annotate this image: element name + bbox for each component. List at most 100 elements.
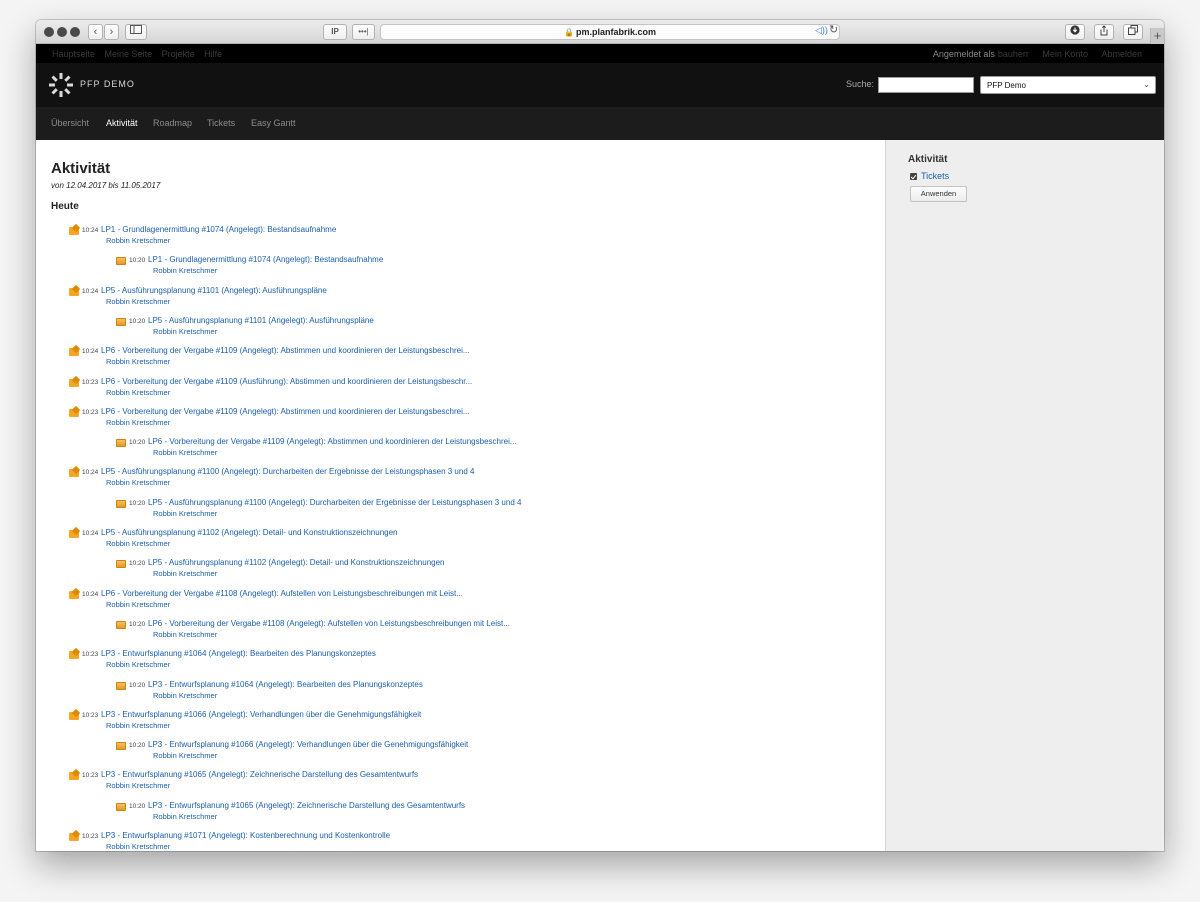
close-window-button[interactable] xyxy=(44,27,54,37)
browser-toolbar: ‹ › IP •••| 🔒 pm.planfabrik.com ◁)) ↻ + xyxy=(36,20,1164,44)
logo-icon xyxy=(49,73,73,97)
entry-author-link[interactable]: Robbin Kretschmer xyxy=(106,842,170,851)
topmenu-hilfe[interactable]: Hilfe xyxy=(204,49,222,59)
speaker-icon[interactable]: ◁)) xyxy=(815,25,828,36)
entry-author-link[interactable]: Robbin Kretschmer xyxy=(153,751,217,760)
entry-title-link[interactable]: LP5 - Ausführungsplanung #1102 (Angelegt… xyxy=(148,558,445,567)
my-account-link[interactable]: Mein Konto xyxy=(1042,49,1088,59)
entry-time: 10:23 xyxy=(82,408,99,416)
entry-author-link[interactable]: Robbin Kretschmer xyxy=(106,539,170,548)
tabs-overview-button[interactable] xyxy=(1123,24,1143,40)
entry-title-link[interactable]: LP6 - Vorbereitung der Vergabe #1109 (Au… xyxy=(101,377,472,386)
ticket-icon xyxy=(116,620,126,629)
sidebar-toggle-button[interactable] xyxy=(125,24,147,40)
tickets-checkbox[interactable] xyxy=(910,173,917,180)
entry-title-link[interactable]: LP1 - Grundlagenermittlung #1074 (Angele… xyxy=(148,255,383,264)
back-button[interactable]: ‹ xyxy=(88,24,103,40)
entry-title-link[interactable]: LP6 - Vorbereitung der Vergabe #1109 (An… xyxy=(101,407,470,416)
activity-entry: 10:23 LP3 - Entwurfsplanung #1065 (Angele… xyxy=(69,770,769,792)
forward-button[interactable]: › xyxy=(104,24,119,40)
tab-uebersicht[interactable]: Übersicht xyxy=(51,118,89,128)
edit-icon xyxy=(69,772,79,781)
date-range: von 12.04.2017 bis 11.05.2017 xyxy=(51,181,161,190)
entry-title-link[interactable]: LP6 - Vorbereitung der Vergabe #1108 (An… xyxy=(148,619,510,628)
download-icon xyxy=(1070,25,1080,35)
entry-title-link[interactable]: LP5 - Ausführungsplanung #1102 (Angelegt… xyxy=(101,528,398,537)
entry-author-link[interactable]: Robbin Kretschmer xyxy=(106,478,170,487)
ticket-icon xyxy=(116,681,126,690)
entry-time: 10:24 xyxy=(82,590,99,598)
entry-author-link[interactable]: Robbin Kretschmer xyxy=(153,509,217,518)
entry-author-link[interactable]: Robbin Kretschmer xyxy=(106,297,170,306)
entry-title-link[interactable]: LP3 - Entwurfsplanung #1066 (Angelegt): … xyxy=(148,740,468,749)
tab-aktivitaet[interactable]: Aktivität xyxy=(106,118,138,128)
activity-entry: 10:20 LP1 - Grundlagenermittlung #1074 (A… xyxy=(116,255,816,277)
edit-icon xyxy=(69,378,79,387)
entry-time: 10:20 xyxy=(129,257,146,265)
downloads-button[interactable] xyxy=(1065,24,1085,40)
entry-time: 10:23 xyxy=(82,711,99,719)
search-input[interactable] xyxy=(878,77,974,93)
address-bar[interactable]: 🔒 pm.planfabrik.com xyxy=(380,24,840,40)
entry-author-link[interactable]: Robbin Kretschmer xyxy=(153,327,217,336)
entry-title-link[interactable]: LP3 - Entwurfsplanung #1064 (Angelegt): … xyxy=(101,649,376,658)
entry-title-link[interactable]: LP3 - Entwurfsplanung #1065 (Angelegt): … xyxy=(101,770,418,779)
entry-title-link[interactable]: LP5 - Ausführungsplanung #1101 (Angelegt… xyxy=(101,286,327,295)
topmenu-projekte[interactable]: Projekte xyxy=(162,49,195,59)
entry-title-link[interactable]: LP3 - Entwurfsplanung #1071 (Angelegt): … xyxy=(101,831,390,840)
entry-author-link[interactable]: Robbin Kretschmer xyxy=(153,266,217,275)
entry-title-link[interactable]: LP1 - Grundlagenermittlung #1074 (Angele… xyxy=(101,225,336,234)
entry-author-link[interactable]: Robbin Kretschmer xyxy=(106,781,170,790)
tab-roadmap[interactable]: Roadmap xyxy=(153,118,192,128)
topmenu-meine-seite[interactable]: Meine Seite xyxy=(105,49,153,59)
share-icon xyxy=(1100,25,1108,36)
entry-author-link[interactable]: Robbin Kretschmer xyxy=(153,812,217,821)
entry-time: 10:24 xyxy=(82,227,99,234)
entry-title-link[interactable]: LP6 - Vorbereitung der Vergabe #1109 (An… xyxy=(101,346,470,355)
entry-time: 10:20 xyxy=(129,620,146,628)
entry-author-link[interactable]: Robbin Kretschmer xyxy=(106,600,170,609)
tab-easy-gantt[interactable]: Easy Gantt xyxy=(251,118,296,128)
ip-button[interactable]: IP xyxy=(323,24,347,40)
entry-author-link[interactable]: Robbin Kretschmer xyxy=(153,448,217,457)
logged-in-user[interactable]: bauherr xyxy=(998,49,1029,59)
topmenu-hauptseite[interactable]: Hauptseite xyxy=(52,49,95,59)
entry-author-link[interactable]: Robbin Kretschmer xyxy=(106,357,170,366)
entry-author-link[interactable]: Robbin Kretschmer xyxy=(106,721,170,730)
share-button[interactable] xyxy=(1094,24,1114,40)
apply-button[interactable]: Anwenden xyxy=(910,186,967,202)
new-tab-button[interactable]: + xyxy=(1150,28,1164,44)
activity-entry: 10:23 LP6 - Vorbereitung der Vergabe #110… xyxy=(69,377,769,399)
reload-icon[interactable]: ↻ xyxy=(829,23,838,36)
edit-icon xyxy=(69,348,79,357)
page-title: Aktivität xyxy=(51,160,111,177)
entry-author-link[interactable]: Robbin Kretschmer xyxy=(106,236,170,245)
ticket-icon xyxy=(116,802,126,811)
project-jump-select[interactable]: PFP Demo ⌄ xyxy=(980,76,1156,94)
lock-icon: 🔒 xyxy=(564,28,574,37)
entry-time: 10:20 xyxy=(129,802,146,810)
activity-entry: 10:24 LP5 - Ausführungsplanung #1101 (Ang… xyxy=(69,286,769,308)
tab-tickets[interactable]: Tickets xyxy=(207,118,235,128)
entry-author-link[interactable]: Robbin Kretschmer xyxy=(106,418,170,427)
entry-title-link[interactable]: LP3 - Entwurfsplanung #1064 (Angelegt): … xyxy=(148,680,423,689)
entry-author-link[interactable]: Robbin Kretschmer xyxy=(153,630,217,639)
entry-title-link[interactable]: LP5 - Ausführungsplanung #1101 (Angelegt… xyxy=(148,316,374,325)
activity-entry: 10:23 LP3 - Entwurfsplanung #1066 (Angele… xyxy=(69,710,769,732)
entry-title-link[interactable]: LP6 - Vorbereitung der Vergabe #1108 (An… xyxy=(101,589,463,598)
logout-link[interactable]: Abmelden xyxy=(1101,49,1142,59)
entry-author-link[interactable]: Robbin Kretschmer xyxy=(153,691,217,700)
entry-title-link[interactable]: LP3 - Entwurfsplanung #1065 (Angelegt): … xyxy=(148,801,465,810)
tickets-filter-link[interactable]: Tickets xyxy=(921,171,949,181)
entry-title-link[interactable]: LP6 - Vorbereitung der Vergabe #1109 (An… xyxy=(148,437,517,446)
entry-author-link[interactable]: Robbin Kretschmer xyxy=(106,388,170,397)
entry-author-link[interactable]: Robbin Kretschmer xyxy=(106,660,170,669)
zoom-window-button[interactable] xyxy=(70,27,80,37)
entry-author-link[interactable]: Robbin Kretschmer xyxy=(153,569,217,578)
entry-title-link[interactable]: LP3 - Entwurfsplanung #1066 (Angelegt): … xyxy=(101,710,421,719)
minimize-window-button[interactable] xyxy=(57,27,67,37)
entry-title-link[interactable]: LP5 - Ausführungsplanung #1100 (Angelegt… xyxy=(148,498,521,507)
entry-title-link[interactable]: LP5 - Ausführungsplanung #1100 (Angelegt… xyxy=(101,467,474,476)
extension-button[interactable]: •••| xyxy=(352,24,375,40)
desktop-background: ‹ › IP •••| 🔒 pm.planfabrik.com ◁)) ↻ + H… xyxy=(0,0,1200,902)
